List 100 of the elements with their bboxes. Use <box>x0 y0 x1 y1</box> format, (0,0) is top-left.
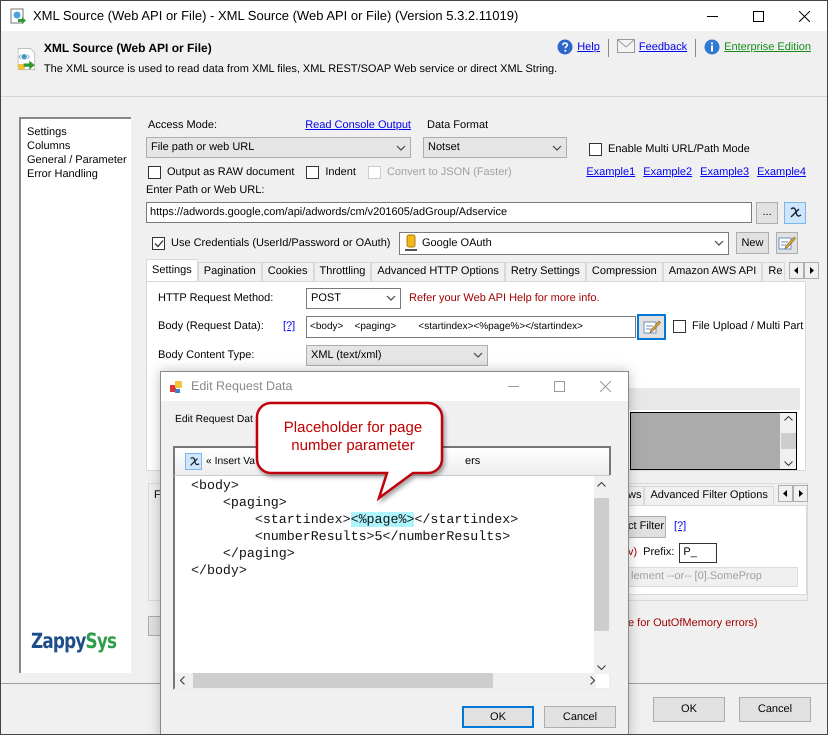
header-link[interactable]: Enterprise Edition <box>724 39 811 56</box>
field-label: Edit Request Dat <box>175 413 253 427</box>
scroll-right-button[interactable] <box>792 485 808 502</box>
code-line: <body> <box>191 477 240 494</box>
checkbox[interactable] <box>148 166 161 178</box>
scrollbar-thumb[interactable] <box>780 432 796 448</box>
scroll-up-icon[interactable] <box>597 482 606 487</box>
tab[interactable]: Pagination <box>198 262 262 280</box>
sidebar-item[interactable]: Error Handling <box>27 167 131 181</box>
field-label: Body (Request Data): <box>158 319 265 334</box>
example-link[interactable]: Example1 <box>586 164 636 180</box>
hint-text: Refer your Web API Help for more info. <box>409 290 600 306</box>
code-line: <startindex><%page%></startindex> <box>254 511 520 528</box>
code-line: <paging> <box>222 494 288 511</box>
content-type-dropdown[interactable]: XML (text/xml) <box>306 344 488 366</box>
access-mode-dropdown[interactable]: File path or web URL <box>146 137 411 158</box>
header-title: XML Source (Web API or File) <box>44 40 213 57</box>
tab[interactable]: Advanced HTTP Options <box>371 262 505 280</box>
field-label: Enter Path or Web URL: <box>146 183 266 198</box>
scroll-right-icon[interactable] <box>590 676 595 685</box>
close-icon[interactable] <box>798 10 810 22</box>
variable-icon[interactable] <box>788 206 802 220</box>
tab[interactable]: Advanced Filter Options <box>644 486 774 504</box>
tab[interactable]: Throttling <box>314 262 372 280</box>
checkbox[interactable] <box>673 320 686 333</box>
app-icon <box>10 8 26 24</box>
code-line: </paging> <box>222 545 296 562</box>
left-arrow-icon[interactable] <box>782 490 788 497</box>
insert-variable-button[interactable]: « Insert Va <box>206 454 256 470</box>
method-dropdown[interactable]: POST <box>306 288 401 308</box>
scroll-right-button[interactable] <box>804 262 820 278</box>
scroll-up-icon[interactable] <box>784 416 792 420</box>
data-format-dropdown[interactable]: Notset <box>423 137 567 158</box>
field-label: Access Mode: <box>148 118 218 132</box>
caret-icon[interactable] <box>396 144 406 150</box>
checkbox-label: Use Credentials (UserId/Password or OAuth) <box>171 236 390 251</box>
checkbox-label: File Upload / Multi Part <box>692 319 804 334</box>
dialog-app-icon <box>169 380 183 394</box>
scrollbar-thumb[interactable] <box>193 673 493 688</box>
database-icon <box>404 234 418 252</box>
body-field[interactable]: <body> <paging> <startindex><%page%></startindex> <box>306 316 636 338</box>
browse-button[interactable]: ... <box>756 202 778 224</box>
right-arrow-icon[interactable] <box>809 266 814 274</box>
checkbox-label: Output as RAW document <box>167 164 294 180</box>
scroll-left-button[interactable] <box>789 262 804 278</box>
help-icon <box>557 39 574 55</box>
logo-text: ZappySys <box>31 628 116 654</box>
new-button[interactable]: New <box>736 232 769 254</box>
scroll-down-icon[interactable] <box>784 460 792 466</box>
header-link[interactable]: Help <box>577 39 600 56</box>
window-title: XML Source (Web API or File) - XML Source (Web API or File) (Version 5.3.2.11019) <box>33 7 518 26</box>
connection-dropdown[interactable]: Google OAuth <box>399 232 729 254</box>
field-label: Prefix: <box>643 545 674 560</box>
help-link[interactable]: [?] <box>674 518 686 535</box>
console-output-link[interactable]: Read Console Output <box>305 116 411 133</box>
example-link[interactable]: Example4 <box>757 164 806 180</box>
scrollbar-thumb[interactable] <box>594 498 609 631</box>
tab[interactable]: Amazon AWS API <box>662 262 762 280</box>
header-link[interactable]: Feedback <box>638 39 688 56</box>
checkbox-label: Indent <box>325 164 356 180</box>
header-description: The XML source is used to read data from XML files, XML REST/SOAP Web service or direct XML String. <box>44 62 558 77</box>
tab[interactable]: Re <box>762 262 786 280</box>
url-field[interactable]: https://adwords.google,com/api/adwords/cm/v201605/adGroup/Adservice <box>146 202 752 223</box>
sidebar-item[interactable]: General / Parameter <box>27 153 131 167</box>
caret-icon[interactable] <box>552 144 562 150</box>
section-label: F <box>154 488 161 502</box>
tab[interactable]: Cookies <box>262 262 314 280</box>
caret-icon[interactable] <box>386 295 396 301</box>
dialog-button[interactable]: OK <box>653 696 725 722</box>
checkbox[interactable] <box>306 166 320 178</box>
scroll-left-button[interactable] <box>778 485 793 502</box>
dialog-button[interactable]: Cancel <box>544 706 616 728</box>
info-icon <box>704 39 720 55</box>
right-arrow-icon[interactable] <box>798 490 803 497</box>
toolbar-text: ers <box>465 454 480 470</box>
checkbox[interactable] <box>589 143 602 156</box>
maximize-icon[interactable] <box>752 10 764 22</box>
dialog-button[interactable]: Cancel <box>739 696 811 722</box>
tab[interactable]: Settings <box>146 258 198 280</box>
sidebar-item[interactable]: Settings <box>27 125 131 139</box>
edit-icon[interactable] <box>642 318 660 334</box>
caret-icon[interactable] <box>714 240 724 246</box>
tab[interactable]: Compression <box>586 262 663 280</box>
sidebar-item[interactable]: Columns <box>27 139 131 153</box>
dialog-button[interactable]: OK <box>462 706 534 728</box>
mail-icon <box>616 39 635 53</box>
tab[interactable]: Retry Settings <box>504 262 586 280</box>
field-label: Data Format <box>427 118 488 132</box>
example-link[interactable]: Example3 <box>700 164 750 180</box>
scroll-left-icon[interactable] <box>180 676 185 685</box>
scroll-down-icon[interactable] <box>597 665 606 670</box>
prefix-field[interactable]: P_ <box>679 542 718 562</box>
dialog-title: Edit Request Data <box>191 378 292 396</box>
caret-icon[interactable] <box>473 352 483 358</box>
help-link[interactable]: [?] <box>283 318 306 335</box>
left-arrow-icon[interactable] <box>794 266 800 274</box>
variable-icon[interactable] <box>188 456 200 468</box>
checkbox[interactable] <box>152 236 165 250</box>
example-link[interactable]: Example2 <box>643 164 692 180</box>
edit-icon[interactable] <box>778 235 796 251</box>
